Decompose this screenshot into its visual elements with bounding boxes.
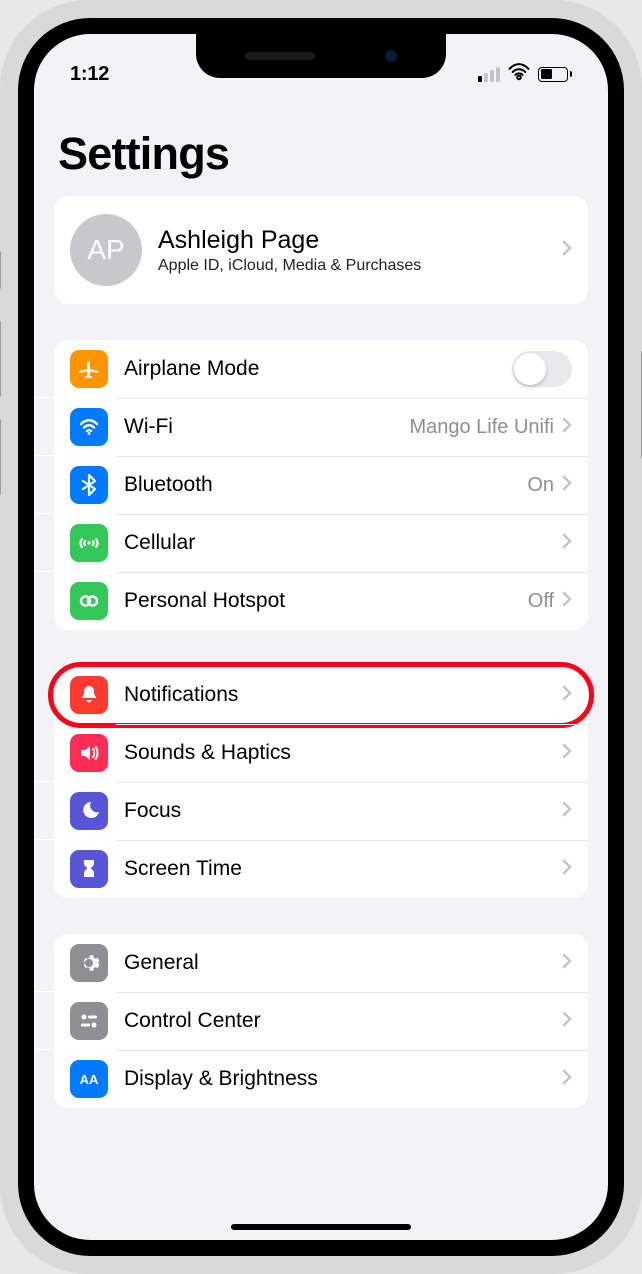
volume-up-button [0, 320, 1, 398]
sounds-row[interactable]: Sounds & Haptics [54, 724, 588, 782]
notifications-row[interactable]: Notifications [54, 666, 588, 724]
notifications-icon [70, 676, 108, 714]
focus-row[interactable]: Focus [54, 782, 588, 840]
sounds-icon [70, 734, 108, 772]
chevron-right-icon [562, 953, 572, 974]
bluetooth-value: On [527, 474, 554, 497]
profile-row[interactable]: AP Ashleigh Page Apple ID, iCloud, Media… [54, 196, 588, 304]
chevron-right-icon [562, 1011, 572, 1032]
profile-group: AP Ashleigh Page Apple ID, iCloud, Media… [54, 196, 588, 304]
mute-switch [0, 250, 1, 290]
chevron-right-icon [562, 1069, 572, 1090]
hotspot-row[interactable]: Personal Hotspot Off [54, 572, 588, 630]
chevron-right-icon [562, 475, 572, 496]
wifi-value: Mango Life Unifi [409, 416, 554, 439]
hotspot-icon [70, 582, 108, 620]
chevron-right-icon [562, 240, 572, 261]
chevron-right-icon [562, 685, 572, 706]
svg-text:AA: AA [80, 1072, 99, 1087]
chevron-right-icon [562, 591, 572, 612]
wifi-row-icon [70, 408, 108, 446]
general-row[interactable]: General [54, 934, 588, 992]
bluetooth-label: Bluetooth [124, 473, 213, 497]
profile-name: Ashleigh Page [158, 226, 421, 255]
profile-subtitle: Apple ID, iCloud, Media & Purchases [158, 257, 421, 275]
bluetooth-icon [70, 466, 108, 504]
sounds-label: Sounds & Haptics [124, 741, 291, 765]
airplane-mode-toggle[interactable] [512, 351, 572, 387]
home-indicator[interactable] [231, 1224, 411, 1230]
screentime-row[interactable]: Screen Time [54, 840, 588, 898]
control-center-row[interactable]: Control Center [54, 992, 588, 1050]
hotspot-label: Personal Hotspot [124, 589, 285, 613]
volume-down-button [0, 418, 1, 496]
notch [196, 34, 446, 78]
screentime-label: Screen Time [124, 857, 242, 881]
phone-frame: 1:12 Settings [0, 0, 642, 1274]
control-center-label: Control Center [124, 1009, 261, 1033]
speaker-grill [245, 52, 315, 60]
airplane-mode-label: Airplane Mode [124, 357, 259, 381]
cellular-label: Cellular [124, 531, 195, 555]
page-title: Settings [54, 96, 588, 196]
airplane-icon [70, 350, 108, 388]
cellular-row[interactable]: Cellular [54, 514, 588, 572]
notifications-label: Notifications [124, 683, 238, 707]
chevron-right-icon [562, 417, 572, 438]
settings-content: Settings AP Ashleigh Page Apple ID, iClo… [34, 96, 608, 1108]
display-label: Display & Brightness [124, 1067, 318, 1091]
wifi-row[interactable]: Wi-Fi Mango Life Unifi [54, 398, 588, 456]
airplane-mode-row[interactable]: Airplane Mode [54, 340, 588, 398]
display-brightness-row[interactable]: AA Display & Brightness [54, 1050, 588, 1108]
wifi-label: Wi-Fi [124, 415, 173, 439]
chevron-right-icon [562, 743, 572, 764]
cellular-signal-icon [478, 67, 500, 82]
display-icon: AA [70, 1060, 108, 1098]
screentime-icon [70, 850, 108, 888]
general-label: General [124, 951, 199, 975]
control-center-icon [70, 1002, 108, 1040]
hotspot-value: Off [528, 590, 554, 613]
chevron-right-icon [562, 859, 572, 880]
phone-bezel: 1:12 Settings [18, 18, 624, 1256]
focus-label: Focus [124, 799, 181, 823]
general-icon [70, 944, 108, 982]
general-group: General Control Center A [54, 934, 588, 1108]
chevron-right-icon [562, 533, 572, 554]
cellular-icon [70, 524, 108, 562]
screen: 1:12 Settings [34, 34, 608, 1240]
avatar: AP [70, 214, 142, 286]
wifi-icon [508, 63, 530, 86]
notifications-group: Notifications Sounds & Haptics [54, 666, 588, 898]
connectivity-group: Airplane Mode Wi-Fi Mango Life Unifi [54, 340, 588, 630]
battery-icon [538, 67, 572, 82]
chevron-right-icon [562, 801, 572, 822]
bluetooth-row[interactable]: Bluetooth On [54, 456, 588, 514]
focus-icon [70, 792, 108, 830]
status-time: 1:12 [70, 63, 109, 86]
front-camera [385, 50, 397, 62]
avatar-initials: AP [87, 234, 124, 266]
